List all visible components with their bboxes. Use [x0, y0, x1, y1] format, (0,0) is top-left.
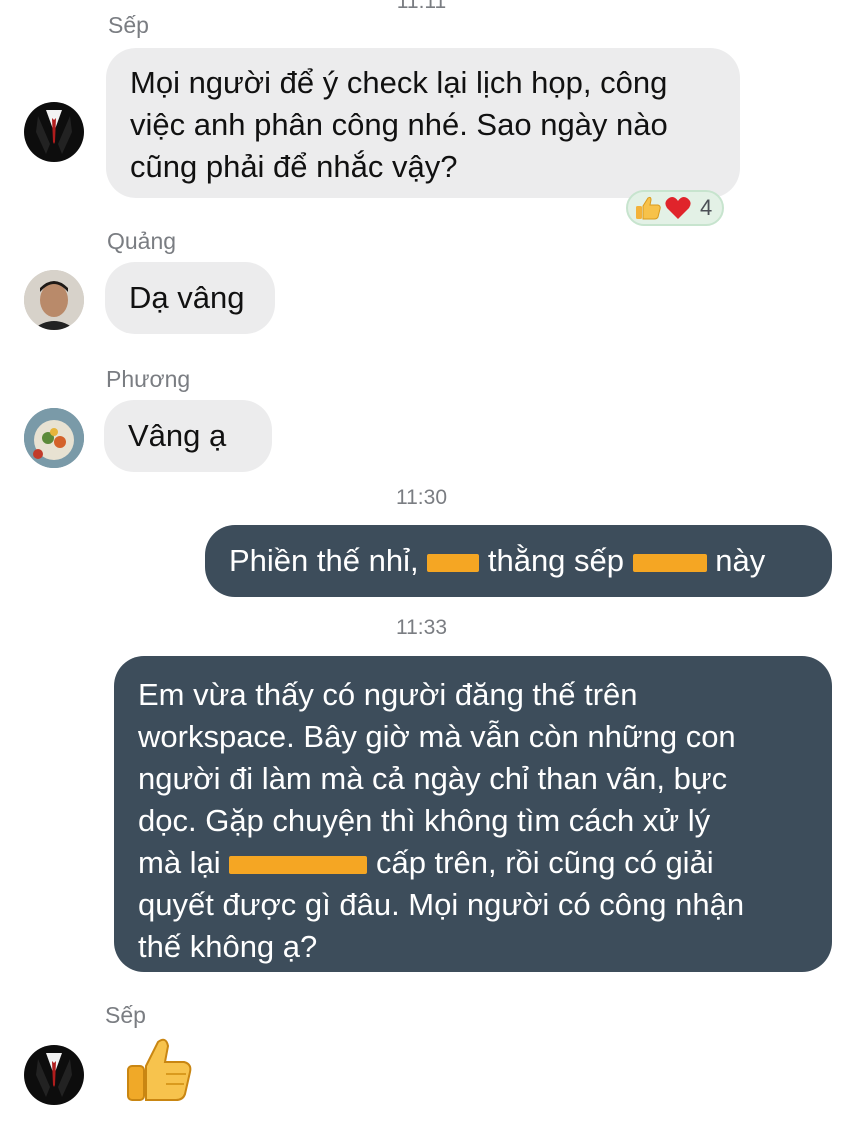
timestamp: 11:30 — [396, 486, 447, 509]
redaction-mark — [229, 855, 368, 874]
food-photo-icon — [24, 408, 84, 468]
reaction-pill[interactable]: 4 — [626, 190, 725, 226]
avatar-phuong[interactable] — [24, 408, 84, 468]
redaction-mark — [427, 553, 480, 572]
avatar-sep[interactable] — [24, 102, 84, 162]
heart-icon — [664, 195, 692, 221]
person-photo-icon — [24, 270, 84, 330]
suit-icon — [36, 110, 72, 154]
redaction-mark — [632, 553, 707, 572]
message-line: cũng phải để nhắc vậy? — [130, 149, 458, 184]
thumbs-up-icon[interactable] — [122, 1036, 194, 1104]
message-text: mà lại — [138, 845, 221, 880]
reaction-count: 4 — [700, 195, 713, 220]
avatar-quang[interactable] — [24, 270, 84, 330]
message-text: cấp trên, rồi cũng có giải — [375, 845, 714, 880]
message-text: thằng sếp — [487, 543, 625, 578]
thumbs-up-icon — [634, 195, 662, 221]
message-text: này — [715, 543, 766, 578]
message-line: workspace. Bây giờ mà vẫn còn những con — [138, 719, 736, 754]
sender-name: Sếp — [105, 1002, 146, 1028]
sender-name: Sếp — [108, 12, 149, 38]
message-line: quyết được gì đâu. Mọi người có công nhậ… — [138, 887, 745, 922]
timestamp: 11:33 — [396, 616, 447, 639]
message-line: Em vừa thấy có người đăng thế trên — [138, 677, 638, 712]
message-bubble-outgoing[interactable]: Em vừa thấy có người đăng thế trên works… — [114, 656, 832, 972]
message-line: Mọi người để ý check lại lịch họp, công — [130, 65, 668, 100]
message-text: Vâng ạ — [128, 418, 227, 453]
suit-icon — [36, 1053, 72, 1097]
message-bubble-outgoing[interactable]: Phiền thế nhỉ, thằng sếp này — [205, 525, 832, 597]
message-bubble[interactable]: Dạ vâng — [105, 262, 275, 334]
message-line: việc anh phân công nhé. Sao ngày nào — [130, 107, 668, 142]
message-line: thế không ạ? — [138, 929, 318, 964]
avatar-sep[interactable] — [24, 1045, 84, 1105]
sender-name: Quảng — [107, 228, 177, 254]
message-text: Phiền thế nhỉ, — [229, 543, 419, 578]
sender-name: Phương — [106, 366, 191, 392]
message-bubble[interactable]: Mọi người để ý check lại lịch họp, công … — [106, 48, 740, 198]
message-line: mà lại cấp trên, rồi cũng có giải — [138, 842, 832, 884]
message-line: dọc. Gặp chuyện thì không tìm cách xử lý — [138, 803, 711, 838]
message-line: người đi làm mà cả ngày chỉ than vãn, bự… — [138, 761, 728, 796]
message-text: Dạ vâng — [129, 280, 245, 315]
message-bubble[interactable]: Vâng ạ — [104, 400, 272, 472]
